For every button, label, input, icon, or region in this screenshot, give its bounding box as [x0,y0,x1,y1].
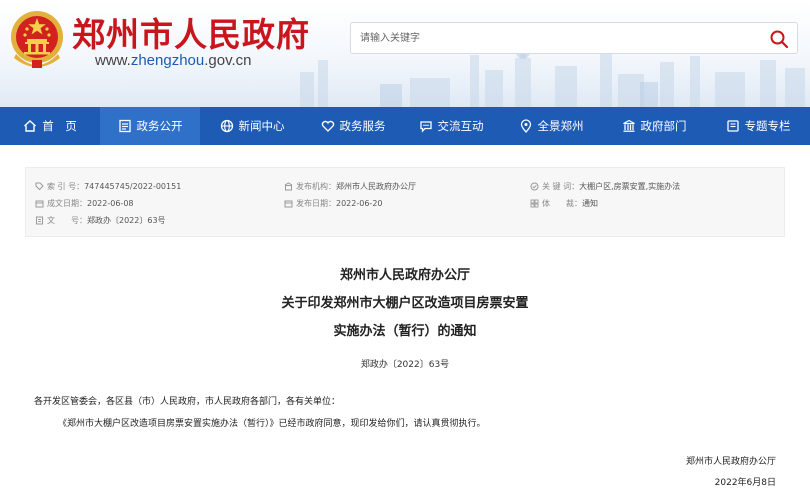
meta-value: 747445745/2022-00151 [84,181,182,191]
article-title-line-3: 实施办法（暂行）的通知 [333,324,477,339]
meta-label: 成文日期： [47,198,87,208]
search-box [350,22,798,54]
nav-item-label: 政务服务 [339,119,386,133]
meta-label: 发布日期： [296,198,336,208]
site-url-domain: zhengzhou [130,52,205,69]
nav-item-news[interactable]: 新闻中心 [200,107,304,145]
meta-value: 郑政办〔2022〕63号 [87,215,166,225]
meta-label: 发布机构： [296,181,336,191]
nav-item-label: 全景郑州 [537,119,584,133]
nav-item-special-topics[interactable]: 专题专栏 [706,107,810,145]
nav-item-services[interactable]: 政务服务 [304,107,402,145]
article-date: 2022年6月8日 [714,478,776,488]
book-icon [726,120,739,132]
site-header: 郑州市人民政府 www.zhengzhou.gov.cn [0,0,810,107]
document-meta-box: 索 引 号： 747445745/2022-00151 发布机构： 郑州市人民政… [25,167,785,237]
meta-genre: 体 裁： 通知 [530,196,598,210]
nav-item-label: 首 页 [42,119,77,133]
meta-created-date: 成文日期： 2022-06-08 [35,196,134,210]
search-icon[interactable] [767,27,791,51]
meta-index-number: 索 引 号： 747445745/2022-00151 [35,179,181,193]
nav-item-label: 政务公开 [136,119,183,133]
meta-publisher: 发布机构： 郑州市人民政府办公厅 [284,179,416,193]
site-title[interactable]: 郑州市人民政府 [72,8,310,56]
meta-label: 体 裁： [542,198,582,208]
meta-label: 关 键 词： [542,181,580,191]
meta-value: 2022-06-20 [336,198,383,208]
chat-icon [419,121,432,133]
meta-published-date: 发布日期： 2022-06-20 [284,196,383,210]
calendar-icon [284,200,293,207]
meta-label: 文 号： [47,215,87,225]
site-url[interactable]: www.zhengzhou.gov.cn [95,52,252,69]
nav-item-label: 专题专栏 [744,119,791,133]
meta-value: 大棚户区,房票安置,实施办法 [579,181,681,191]
article-document-number: 郑政办〔2022〕63号 [360,360,450,370]
building-icon [284,181,293,190]
meta-value: 2022-06-08 [87,198,134,208]
meta-value: 通知 [582,198,598,208]
location-icon [520,119,531,133]
key-check-icon [530,182,539,190]
meta-document-number: 文 号： 郑政办〔2022〕63号 [35,213,166,227]
document-icon [118,119,131,133]
nav-item-home[interactable]: 首 页 [0,107,100,145]
grid-icon [530,199,539,207]
article-title-line-2: 关于印发郑州市大棚户区改造项目房票安置 [281,296,529,311]
main-navigation: 首 页 政务公开 新闻中心 政务服务 交流互动 全景郑州 政府部门 专题专栏 [0,107,810,145]
home-icon [24,120,37,132]
nav-item-government-affairs[interactable]: 政务公开 [100,107,200,145]
article-body-paragraph: 《郑州市大棚户区改造项目房票安置实施办法（暂行）》已经市政府同意，现印发给你们，… [58,419,486,429]
globe-icon [220,119,233,133]
search-input[interactable] [351,23,761,53]
article-signature: 郑州市人民政府办公厅 [685,457,776,467]
national-emblem-icon [11,11,63,68]
tag-icon [35,182,44,190]
nav-item-panorama[interactable]: 全景郑州 [500,107,602,145]
nav-item-label: 政府部门 [640,119,687,133]
document-icon [36,216,43,224]
site-url-prefix: www. [95,52,131,69]
nav-item-departments[interactable]: 政府部门 [602,107,706,145]
heart-icon [321,120,334,132]
site-url-suffix: .gov.cn [204,52,252,69]
nav-item-label: 交流互动 [437,119,484,133]
meta-keywords: 关 键 词： 大棚户区,房票安置,实施办法 [530,179,680,193]
meta-value: 郑州市人民政府办公厅 [336,181,416,191]
nav-item-label: 新闻中心 [238,119,285,133]
article-title-line-1: 郑州市人民政府办公厅 [339,268,470,283]
article-salutation: 各开发区管委会，各区县（市）人民政府，市人民政府各部门，各有关单位： [34,397,341,407]
meta-label: 索 引 号： [47,181,85,191]
nav-item-interaction[interactable]: 交流互动 [402,107,500,145]
calendar-icon [35,200,44,207]
building-icon [622,119,635,132]
